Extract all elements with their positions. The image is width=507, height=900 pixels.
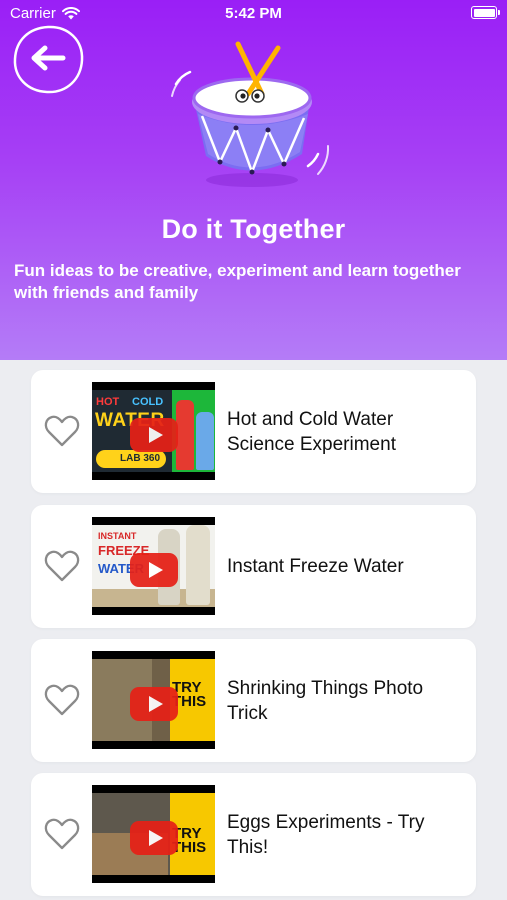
thumbnail-text: HOT bbox=[96, 396, 120, 408]
thumbnail-text: INSTANT bbox=[98, 531, 137, 541]
video-thumbnail[interactable]: TRY THIS bbox=[92, 651, 215, 749]
video-card[interactable]: HOT COLD WATER LAB 360 Hot and Cold Wate… bbox=[31, 370, 476, 493]
drum-illustration bbox=[171, 41, 330, 187]
video-title: Eggs Experiments - Try This! bbox=[227, 811, 425, 858]
video-title: Instant Freeze Water bbox=[227, 556, 404, 577]
play-icon[interactable] bbox=[130, 418, 178, 452]
page-subtitle: Fun ideas to be creative, experiment and… bbox=[14, 261, 461, 302]
video-thumbnail[interactable]: HOT COLD WATER LAB 360 bbox=[92, 382, 215, 480]
video-thumbnail[interactable]: INSTANT FREEZE WATER bbox=[92, 517, 215, 615]
thumbnail-text: TRY THIS bbox=[172, 825, 207, 856]
heart-icon[interactable] bbox=[43, 682, 81, 718]
heart-icon[interactable] bbox=[43, 816, 81, 852]
play-icon[interactable] bbox=[130, 821, 178, 855]
video-card[interactable]: TRY THIS Shrinking Things Photo Trick bbox=[31, 639, 476, 762]
battery-icon bbox=[471, 6, 500, 19]
thumbnail-text: LAB 360 bbox=[96, 450, 166, 468]
play-icon[interactable] bbox=[130, 687, 178, 721]
video-title: Hot and Cold Water Science Experiment bbox=[227, 408, 396, 455]
thumbnail-text: TRY THIS bbox=[172, 679, 207, 710]
heart-icon[interactable] bbox=[43, 413, 81, 449]
heart-icon[interactable] bbox=[43, 548, 81, 584]
video-card[interactable]: TRY THIS Eggs Experiments - Try This! bbox=[31, 773, 476, 896]
thumbnail-text: COLD bbox=[132, 396, 164, 408]
header: Carrier 5:42 PM Do it Together Fun ideas… bbox=[0, 0, 507, 360]
page-title: Do it Together bbox=[161, 214, 346, 244]
back-arrow-icon bbox=[31, 45, 66, 71]
video-thumbnail[interactable]: TRY THIS bbox=[92, 785, 215, 883]
clock: 5:42 PM bbox=[225, 5, 282, 22]
video-title: Shrinking Things Photo Trick bbox=[227, 677, 424, 724]
play-icon[interactable] bbox=[130, 553, 178, 587]
video-card[interactable]: INSTANT FREEZE WATER Instant Freeze Wate… bbox=[31, 505, 476, 628]
back-button[interactable] bbox=[12, 24, 86, 96]
